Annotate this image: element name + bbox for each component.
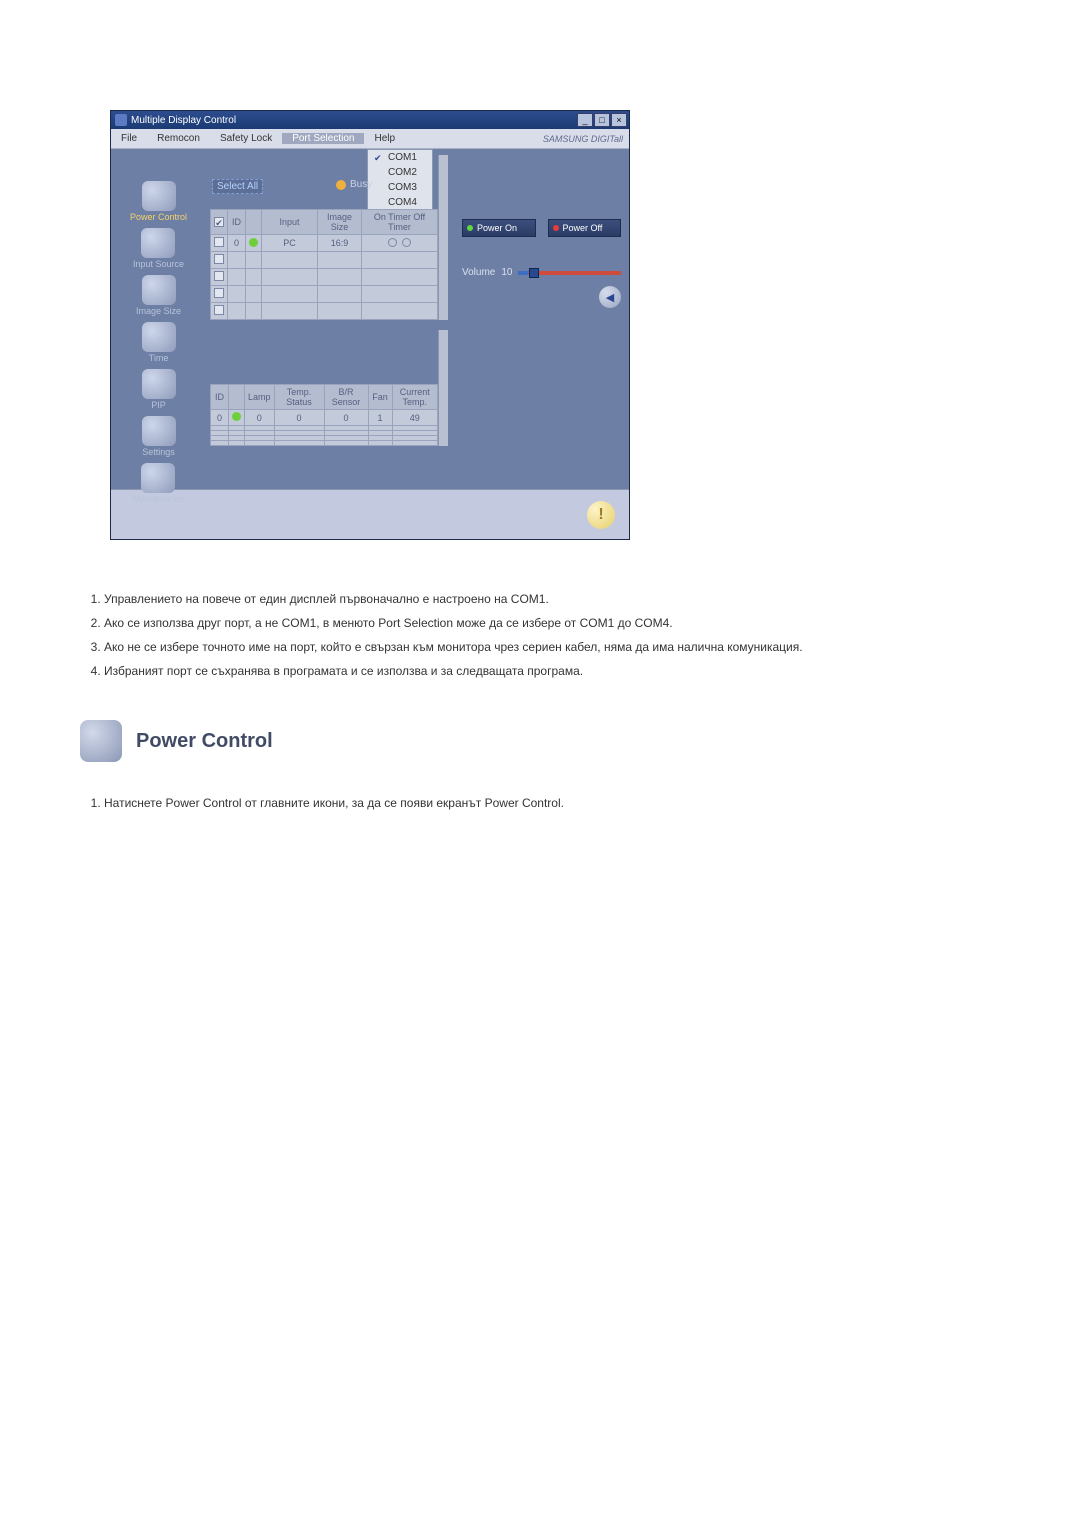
table-row[interactable]: 0 PC 16:9 (211, 235, 438, 252)
col-id: ID (211, 385, 229, 410)
list-item: Управлението на повече от един дисплей п… (104, 590, 1000, 608)
list-item: Ако не се избере точното име на порт, ко… (104, 638, 1000, 656)
list-item: Натиснете Power Control от главните икон… (104, 796, 1000, 810)
col-image-size: Image Size (318, 210, 362, 235)
info-icon[interactable]: ! (587, 501, 615, 529)
volume-slider[interactable] (518, 271, 621, 275)
select-all-button[interactable]: Select All (212, 179, 263, 194)
brand-logo: SAMSUNG DIGITall (543, 134, 623, 144)
menu-remocon[interactable]: Remocon (147, 133, 210, 144)
close-button[interactable]: × (611, 113, 627, 127)
window-controls: _ □ × (577, 113, 627, 127)
side-nav: Power Control Input Source Image Size Ti… (111, 149, 206, 489)
nav-maintenance[interactable]: Maintenance (133, 463, 185, 504)
settings-icon (142, 416, 176, 446)
nav-settings[interactable]: Settings (142, 416, 176, 457)
status-led-icon (232, 412, 241, 421)
control-panel: Power On Power Off Volume 10 ◀ (454, 149, 629, 489)
titlebar: Multiple Display Control _ □ × (111, 111, 629, 129)
col-current-temp: Current Temp. (392, 385, 437, 410)
select-all-checkbox[interactable]: ✔ (214, 217, 224, 227)
status-table: ID Lamp Temp. Status B/R Sensor Fan Curr… (210, 384, 438, 446)
input-icon (141, 228, 175, 258)
time-icon (142, 322, 176, 352)
volume-row: Volume 10 (462, 267, 621, 278)
nav-image-size[interactable]: Image Size (136, 275, 181, 316)
volume-label: Volume (462, 267, 495, 278)
power-off-button[interactable]: Power Off (548, 219, 622, 237)
col-signal (246, 210, 262, 235)
pip-icon (142, 369, 176, 399)
instructions-list: Управлението на повече от един дисплей п… (80, 590, 1000, 680)
status-bar: ! (111, 489, 629, 539)
menu-safety-lock[interactable]: Safety Lock (210, 133, 282, 144)
table-row[interactable] (211, 441, 438, 446)
menu-file[interactable]: File (111, 133, 147, 144)
col-br-sensor: B/R Sensor (324, 385, 368, 410)
table-row[interactable] (211, 286, 438, 303)
nav-time[interactable]: Time (142, 322, 176, 363)
scrollbar[interactable] (438, 155, 448, 320)
col-timer: On Timer Off Timer (362, 210, 438, 235)
list-item: Избраният порт се съхранява в програмата… (104, 662, 1000, 680)
menu-port-selection[interactable]: Port Selection (282, 133, 364, 144)
app-body: Power Control Input Source Image Size Ti… (111, 149, 629, 489)
led-red-icon (553, 225, 559, 231)
image-size-icon (142, 275, 176, 305)
col-fan: Fan (368, 385, 392, 410)
busy-indicator: Busy (336, 179, 372, 190)
col-lamp: Lamp (245, 385, 275, 410)
col-signal (229, 385, 245, 410)
slider-thumb[interactable] (529, 268, 539, 278)
app-window: Multiple Display Control _ □ × File Remo… (110, 110, 630, 540)
main-pane: Select All Busy ✔ ID Input Image Size On… (206, 149, 454, 489)
col-id: ID (228, 210, 246, 235)
list-item: Ако се използва друг порт, а не COM1, в … (104, 614, 1000, 632)
status-led-icon (249, 238, 258, 247)
table-row[interactable] (211, 269, 438, 286)
nav-pip[interactable]: PIP (142, 369, 176, 410)
power-control-icon (80, 720, 122, 762)
power-icon (142, 181, 176, 211)
led-green-icon (467, 225, 473, 231)
busy-led-icon (336, 180, 346, 190)
power-on-button[interactable]: Power On (462, 219, 536, 237)
col-temp-status: Temp. Status (274, 385, 324, 410)
bottom-table-area: ID Lamp Temp. Status B/R Sensor Fan Curr… (210, 330, 450, 446)
menubar: File Remocon Safety Lock Port Selection … (111, 129, 629, 149)
power-control-heading: Power Control (80, 720, 1000, 762)
mute-button[interactable]: ◀ (599, 286, 621, 308)
maintenance-icon (141, 463, 175, 493)
col-input: Input (262, 210, 318, 235)
row-checkbox[interactable] (214, 237, 224, 247)
window-title: Multiple Display Control (131, 115, 236, 126)
nav-input-source[interactable]: Input Source (133, 228, 184, 269)
table-row[interactable] (211, 252, 438, 269)
minimize-button[interactable]: _ (577, 113, 593, 127)
section-title: Power Control (136, 730, 273, 753)
display-table: ✔ ID Input Image Size On Timer Off Timer… (210, 209, 438, 320)
maximize-button[interactable]: □ (594, 113, 610, 127)
table-row[interactable] (211, 303, 438, 320)
volume-value: 10 (501, 267, 512, 278)
instructions-list-2: Натиснете Power Control от главните икон… (80, 796, 1000, 810)
app-icon (115, 114, 127, 126)
nav-power-control[interactable]: Power Control (130, 181, 187, 222)
table-row[interactable]: 0 0 0 0 1 49 (211, 410, 438, 426)
scrollbar[interactable] (438, 330, 448, 446)
menu-help[interactable]: Help (364, 133, 405, 144)
